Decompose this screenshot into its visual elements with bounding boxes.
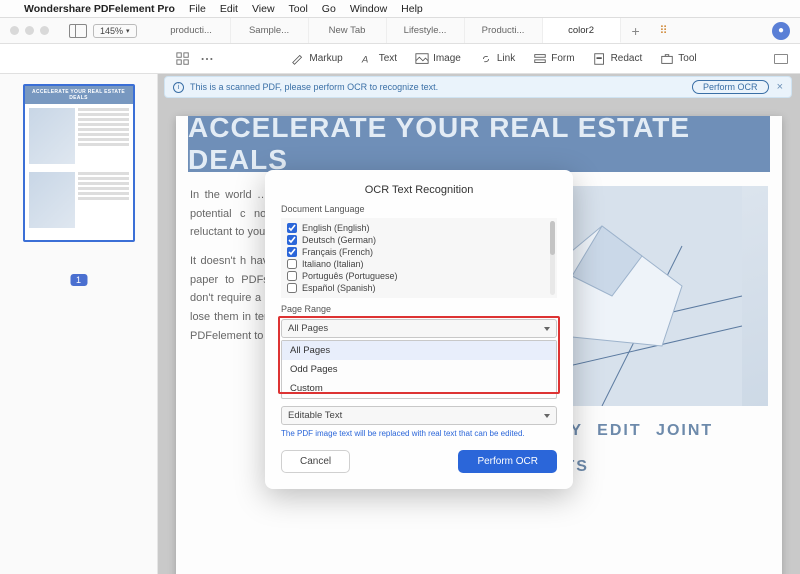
lang-option-spanish[interactable]: Español (Spanish) xyxy=(287,282,551,294)
app-name: Wondershare PDFelement Pro xyxy=(24,3,175,15)
window-chrome: 145% producti... Sample... New Tab Lifes… xyxy=(0,18,800,44)
language-scrollbar-thumb[interactable] xyxy=(550,221,555,255)
thumbnail-sidebar: ACCELERATE YOUR REAL ESTATE DEALS 1 xyxy=(0,74,158,574)
thumb-image-placeholder xyxy=(29,172,75,228)
ocr-dialog: OCR Text Recognition Document Language E… xyxy=(265,170,573,489)
image-tool[interactable]: Image xyxy=(415,52,461,66)
perform-ocr-button[interactable]: Perform OCR xyxy=(458,450,557,473)
output-helper-text: The PDF image text will be replaced with… xyxy=(281,429,557,438)
thumbnails-view-icon[interactable] xyxy=(176,52,190,66)
tab-2[interactable]: New Tab xyxy=(309,18,387,43)
notice-text: This is a scanned PDF, please perform OC… xyxy=(190,82,438,92)
lang-option-portuguese[interactable]: Português (Portuguese) xyxy=(287,270,551,282)
menu-tool[interactable]: Tool xyxy=(289,3,308,15)
page-thumbnail-1[interactable]: ACCELERATE YOUR REAL ESTATE DEALS 1 xyxy=(10,84,147,266)
page-range-select[interactable]: All Pages xyxy=(281,319,557,338)
tool-menu[interactable]: Tool xyxy=(660,52,696,66)
menu-help[interactable]: Help xyxy=(401,3,423,15)
markup-tool[interactable]: Markup xyxy=(291,52,342,66)
zoom-dropdown[interactable]: 145% xyxy=(93,24,137,38)
panel-layout-icon[interactable] xyxy=(69,24,87,38)
link-tool[interactable]: Link xyxy=(479,52,515,66)
lang-checkbox[interactable] xyxy=(287,259,297,269)
text-icon: A xyxy=(361,52,375,66)
output-type-select[interactable]: Editable Text xyxy=(281,406,557,425)
cancel-button[interactable]: Cancel xyxy=(281,450,350,473)
zoom-value: 145% xyxy=(100,26,123,36)
notice-close-icon[interactable]: × xyxy=(777,81,783,93)
range-option-odd[interactable]: Odd Pages xyxy=(282,360,556,379)
tab-4[interactable]: Producti... xyxy=(465,18,543,43)
lang-checkbox[interactable] xyxy=(287,247,297,257)
svg-text:A: A xyxy=(361,54,368,65)
text-tool[interactable]: A Text xyxy=(361,52,397,66)
image-icon xyxy=(415,52,429,66)
traffic-close-icon[interactable] xyxy=(10,26,19,35)
thumb-header: ACCELERATE YOUR REAL ESTATE DEALS xyxy=(25,86,133,104)
lang-option-english[interactable]: English (English) xyxy=(287,222,551,234)
menu-file[interactable]: File xyxy=(189,3,206,15)
menu-go[interactable]: Go xyxy=(322,3,336,15)
tab-0[interactable]: producti... xyxy=(153,18,231,43)
new-tab-button[interactable]: + xyxy=(621,18,651,43)
lang-option-german[interactable]: Deutsch (German) xyxy=(287,234,551,246)
page-range-group: All Pages All Pages Odd Pages Custom xyxy=(281,318,557,399)
tab-1[interactable]: Sample... xyxy=(231,18,309,43)
thumb-image-placeholder xyxy=(29,108,75,164)
thumbnail-page-badge: 1 xyxy=(70,274,87,286)
info-icon: i xyxy=(173,82,184,93)
language-list[interactable]: English (English) Deutsch (German) Franç… xyxy=(281,218,557,298)
lang-option-italian[interactable]: Italiano (Italian) xyxy=(287,258,551,270)
redact-tool[interactable]: Redact xyxy=(593,52,643,66)
lang-checkbox[interactable] xyxy=(287,223,297,233)
tab-5[interactable]: color2 xyxy=(543,18,621,43)
page-range-label: Page Range xyxy=(281,304,557,314)
document-banner: ACCELERATE YOUR REAL ESTATE DEALS xyxy=(188,116,770,172)
range-option-all[interactable]: All Pages xyxy=(282,341,556,360)
main-toolbar: Markup A Text Image Link Form Redact Too… xyxy=(0,44,800,74)
lang-checkbox[interactable] xyxy=(287,271,297,281)
lang-checkbox[interactable] xyxy=(287,283,297,293)
page-range-dropdown: All Pages Odd Pages Custom xyxy=(281,340,557,399)
mac-menubar: Wondershare PDFelement Pro File Edit Vie… xyxy=(0,0,800,18)
lang-option-french[interactable]: Français (French) xyxy=(287,246,551,258)
traffic-lights xyxy=(0,26,59,35)
menu-view[interactable]: View xyxy=(252,3,275,15)
tab-3[interactable]: Lifestyle... xyxy=(387,18,465,43)
lang-checkbox[interactable] xyxy=(287,235,297,245)
menu-edit[interactable]: Edit xyxy=(220,3,238,15)
redact-icon xyxy=(593,52,607,66)
ocr-notice-bar: i This is a scanned PDF, please perform … xyxy=(164,76,792,98)
document-tabs: producti... Sample... New Tab Lifestyle.… xyxy=(153,18,772,43)
link-icon xyxy=(479,52,493,66)
markup-icon xyxy=(291,52,305,66)
menu-dots-icon[interactable] xyxy=(200,52,214,66)
range-option-custom[interactable]: Custom xyxy=(282,379,556,398)
dialog-title: OCR Text Recognition xyxy=(281,184,557,196)
traffic-min-icon[interactable] xyxy=(25,26,34,35)
perform-ocr-pill-button[interactable]: Perform OCR xyxy=(692,80,769,94)
menu-window[interactable]: Window xyxy=(350,3,387,15)
traffic-max-icon[interactable] xyxy=(40,26,49,35)
form-tool[interactable]: Form xyxy=(533,52,574,66)
user-avatar-icon[interactable]: ● xyxy=(772,22,790,40)
toolbox-icon xyxy=(660,52,674,66)
language-label: Document Language xyxy=(281,204,557,214)
reading-mode-icon[interactable] xyxy=(774,54,788,64)
app-grid-icon[interactable]: ⠿ xyxy=(651,18,677,43)
form-icon xyxy=(533,52,547,66)
